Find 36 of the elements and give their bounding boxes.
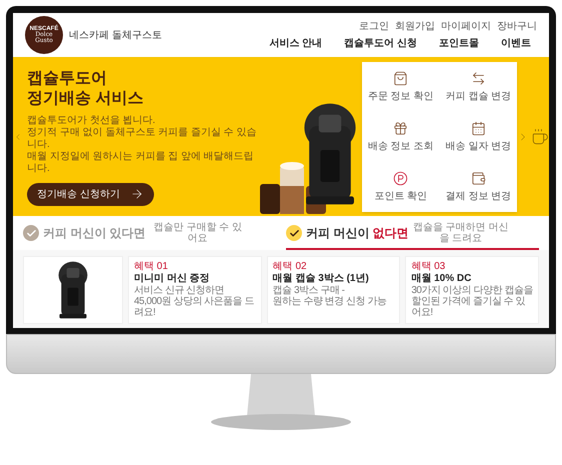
- wallet-icon: [470, 170, 486, 186]
- benefit-label: 혜택 03: [411, 261, 446, 272]
- quick-menu-item[interactable]: 주문 정보 확인: [364, 62, 438, 112]
- utility-link[interactable]: 장바구니: [497, 19, 537, 34]
- quick-menu-item[interactable]: 배송 정보 조회: [364, 112, 438, 162]
- calendar-icon: [470, 120, 486, 136]
- nav-link[interactable]: 캡슐투도어 신청: [344, 36, 417, 51]
- hero-title: 캡슐투도어 정기배송 서비스: [27, 68, 144, 108]
- shopping-bag-icon: [393, 70, 408, 86]
- quick-menu-item[interactable]: 배송 일자 변경: [441, 112, 516, 162]
- quick-menu-item[interactable]: 결제 정보 변경: [441, 162, 516, 212]
- utility-link[interactable]: 회원가입: [395, 19, 435, 34]
- benefit-title: 매월 캡슐 3박스 (1년): [272, 272, 370, 285]
- hero-description: 캡슐투도어가 첫선을 뵙니다. 정기적 구매 없이 돌체구스토 커피를 즐기실 수 있습니다. 매월 지정일에 원하시는 커피를 집 앞에 배달해드립니다.: [27, 114, 258, 174]
- parking-icon: [393, 170, 408, 186]
- utility-link[interactable]: 로그인: [359, 19, 389, 34]
- benefit-label: 혜택 01: [134, 261, 169, 272]
- gift-icon: [393, 120, 408, 136]
- arrows-icon: [470, 70, 486, 86]
- benefit-title: 미니미 머신 증정: [134, 272, 211, 285]
- benefit-description: 30가지 이상의 다양한 캡슐을 할인된 가격에 즐기실 수 있어요!: [411, 285, 534, 318]
- nav-link[interactable]: 서비스 안내: [269, 36, 322, 51]
- quick-menu-item[interactable]: 포인트 확인: [364, 162, 438, 212]
- subscribe-button[interactable]: 정기배송 신청하기: [27, 182, 154, 206]
- cup-outline-icon: [531, 128, 549, 146]
- benefit-title: 매월 10% DC: [411, 272, 472, 285]
- nav-link[interactable]: 포인트몰: [439, 36, 479, 51]
- benefit-description: 캡슐 3박스 구매 - 원하는 수량 변경 신청 가능: [272, 285, 388, 307]
- check-icon: [286, 225, 302, 241]
- utility-link[interactable]: 마이페이지: [441, 19, 491, 34]
- benefit-label: 혜택 02: [272, 261, 308, 272]
- quick-menu-item[interactable]: 커피 캡슐 변경: [441, 62, 516, 112]
- site-name: 네스카페 돌체구스토: [69, 28, 162, 42]
- check-icon: [23, 225, 39, 241]
- benefit-description: 서비스 신규 신청하면 45,000원 상당의 사은품을 드려요!: [134, 285, 255, 318]
- nav-link[interactable]: 이벤트: [501, 36, 531, 51]
